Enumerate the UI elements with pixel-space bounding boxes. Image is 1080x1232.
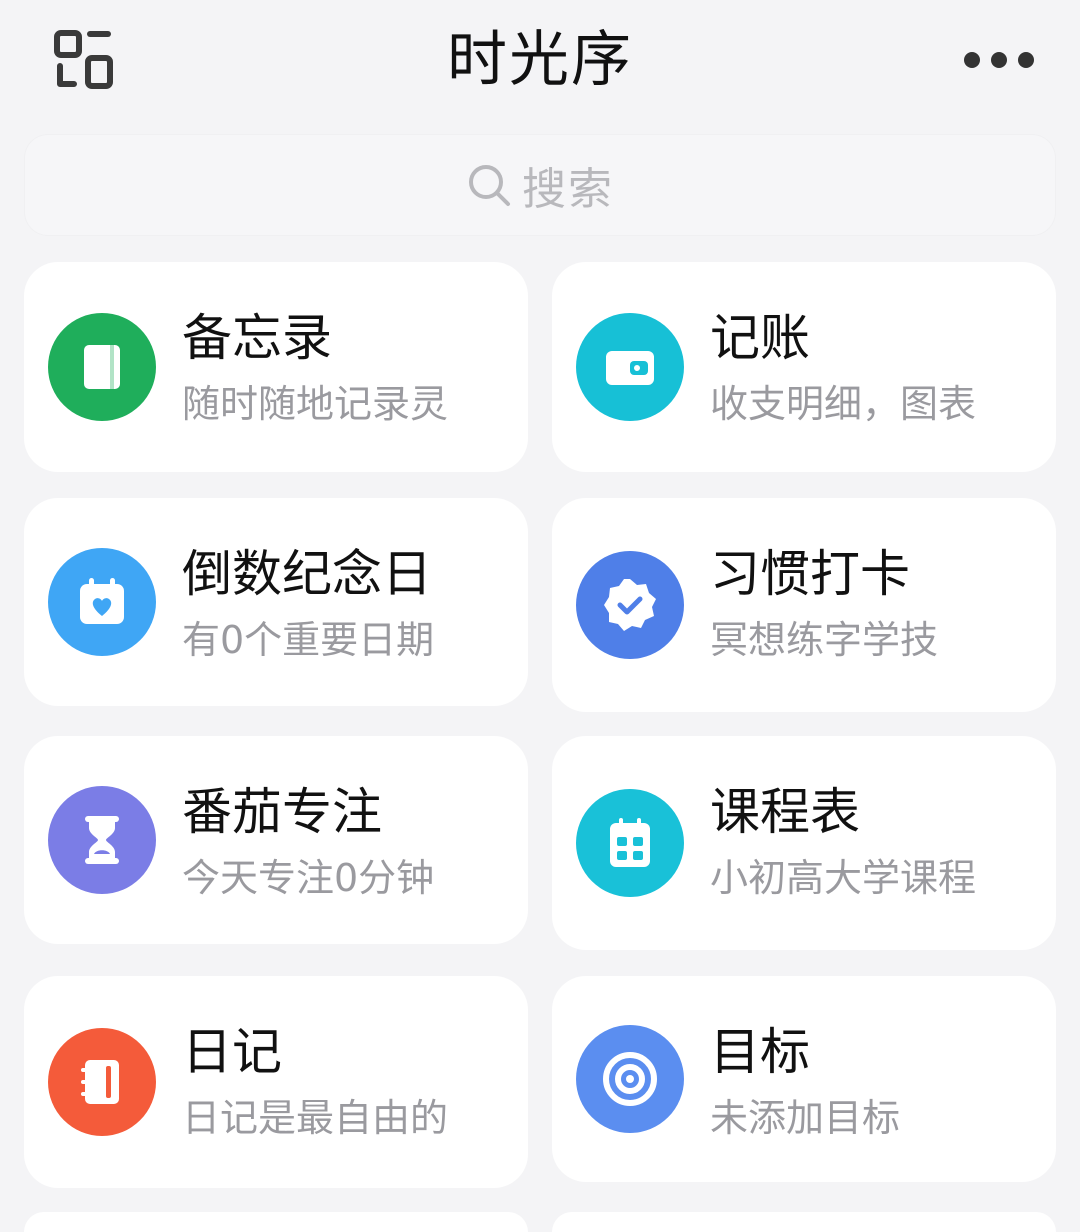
card-timetable[interactable]: 课程表 小初高大学课程 xyxy=(552,736,1056,950)
calendar-heart-icon xyxy=(48,548,156,656)
search-placeholder: 搜索 xyxy=(522,164,614,215)
card-focus[interactable]: 番茄专注 今天专注0分钟 xyxy=(24,736,528,944)
wallet-icon xyxy=(576,313,684,421)
notebook-icon xyxy=(48,313,156,421)
card-title: 番茄专注 xyxy=(182,783,382,841)
card-subtitle: 小初高大学课程 xyxy=(710,856,977,900)
hourglass-icon xyxy=(48,786,156,894)
card-title: 习惯打卡 xyxy=(710,545,910,603)
card-countdown[interactable]: 倒数纪念日 有0个重要日期 xyxy=(24,498,528,706)
search-icon xyxy=(469,165,510,206)
card-goal[interactable]: 目标 未添加目标 xyxy=(552,976,1056,1182)
card-partial-right[interactable] xyxy=(552,1212,1056,1232)
card-accounting[interactable]: 记账 收支明细，图表 xyxy=(552,262,1056,472)
card-subtitle: 日记是最自由的 xyxy=(182,1096,449,1140)
card-subtitle: 今天专注0分钟 xyxy=(182,856,435,900)
card-title: 倒数纪念日 xyxy=(182,545,432,603)
card-title: 课程表 xyxy=(710,783,860,841)
card-subtitle: 冥想练字学技 xyxy=(710,618,939,662)
card-subtitle: 未添加目标 xyxy=(710,1096,901,1140)
card-subtitle: 随时随地记录灵 xyxy=(182,382,449,426)
card-memo[interactable]: 备忘录 随时随地记录灵 xyxy=(24,262,528,472)
card-title: 备忘录 xyxy=(182,309,332,367)
card-diary[interactable]: 日记 日记是最自由的 xyxy=(24,976,528,1188)
card-title: 记账 xyxy=(710,309,810,367)
card-subtitle: 有0个重要日期 xyxy=(182,618,435,662)
card-title: 日记 xyxy=(182,1023,282,1081)
badge-check-icon xyxy=(576,551,684,659)
header: 时光序 xyxy=(0,0,1080,120)
search-bar[interactable]: 搜索 xyxy=(24,134,1056,236)
timetable-icon xyxy=(576,789,684,897)
diary-icon xyxy=(48,1028,156,1136)
card-habit[interactable]: 习惯打卡 冥想练字学技 xyxy=(552,498,1056,712)
page-title: 时光序 xyxy=(447,25,633,95)
card-subtitle: 收支明细，图表 xyxy=(710,382,977,426)
target-icon xyxy=(576,1025,684,1133)
more-options-icon[interactable] xyxy=(964,44,1034,76)
card-partial-left[interactable] xyxy=(24,1212,528,1232)
card-title: 目标 xyxy=(710,1023,810,1081)
